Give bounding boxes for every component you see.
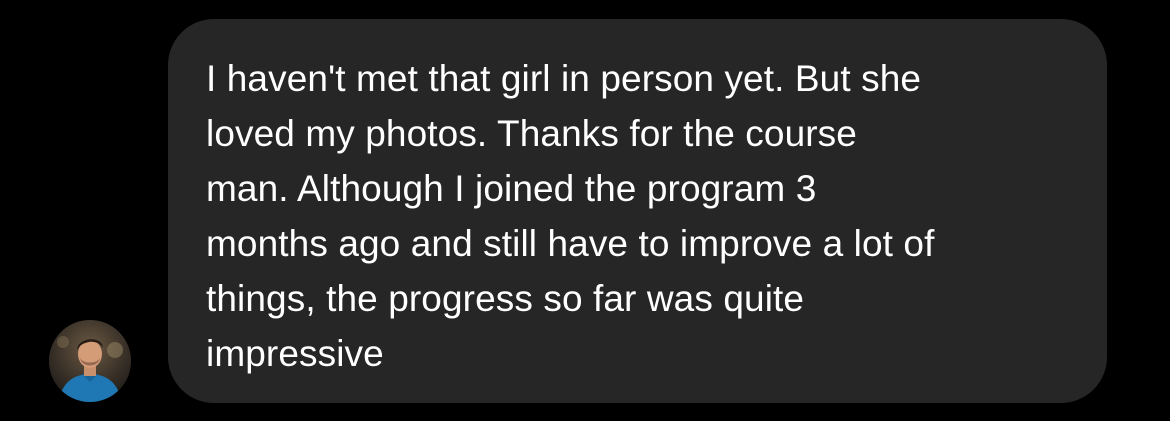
message-line: impressive bbox=[206, 333, 384, 374]
message-line: loved my photos. Thanks for the course bbox=[206, 113, 857, 154]
message-line: man. Although I joined the program 3 bbox=[206, 168, 817, 209]
message-line: I haven't met that girl in person yet. B… bbox=[206, 58, 922, 99]
user-avatar-icon bbox=[49, 320, 131, 402]
message-thread: I haven't met that girl in person yet. B… bbox=[0, 0, 1170, 421]
message-text: I haven't met that girl in person yet. B… bbox=[206, 51, 1067, 381]
message-line: months ago and still have to improve a l… bbox=[206, 223, 935, 264]
sender-avatar[interactable] bbox=[49, 320, 131, 402]
message-bubble[interactable]: I haven't met that girl in person yet. B… bbox=[168, 19, 1107, 403]
message-line: things, the progress so far was quite bbox=[206, 278, 805, 319]
